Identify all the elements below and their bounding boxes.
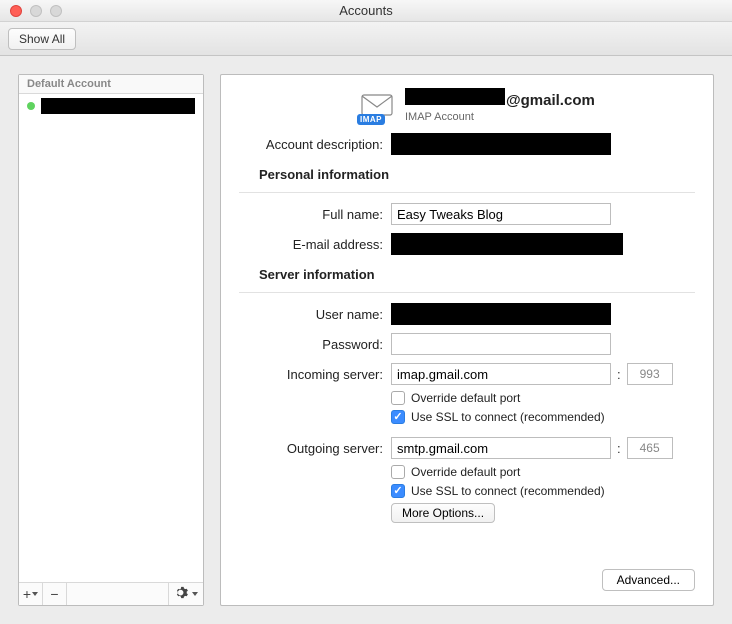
zoom-window-button[interactable] [50, 5, 62, 17]
checkbox-outgoing-ssl[interactable] [391, 484, 405, 498]
row-incoming-override[interactable]: Override default port [391, 391, 695, 405]
account-list-item[interactable] [19, 94, 203, 118]
actions-menu-button[interactable] [169, 583, 203, 605]
section-personal: Personal information [259, 167, 695, 182]
traffic-lights [0, 5, 62, 17]
row-outgoing-override[interactable]: Override default port [391, 465, 695, 479]
sidebar-footer: + − [19, 582, 203, 605]
account-header: IMAP @gmail.com IMAP Account [359, 87, 695, 123]
account-title: @gmail.com [405, 88, 595, 109]
label-fullname: Full name: [239, 207, 391, 222]
input-outgoing-port[interactable] [627, 437, 673, 459]
advanced-button[interactable]: Advanced... [602, 569, 695, 591]
row-username: User name: [239, 303, 695, 325]
account-name-redacted [41, 98, 195, 114]
row-fullname: Full name: [239, 203, 695, 225]
port-separator: : [617, 367, 621, 382]
section-server: Server information [259, 267, 695, 282]
divider [239, 192, 695, 193]
input-incoming-server[interactable] [391, 363, 611, 385]
titlebar: Accounts [0, 0, 732, 22]
row-incoming: Incoming server: : [239, 363, 695, 385]
close-window-button[interactable] [10, 5, 22, 17]
input-email[interactable] [391, 233, 623, 255]
label-outgoing: Outgoing server: [239, 441, 391, 456]
add-account-button[interactable]: + [19, 583, 43, 605]
accounts-list[interactable] [19, 94, 203, 582]
window-title: Accounts [0, 3, 732, 18]
toolbar: Show All [0, 22, 732, 56]
input-outgoing-server[interactable] [391, 437, 611, 459]
divider [239, 292, 695, 293]
input-description[interactable] [391, 133, 611, 155]
accounts-sidebar: Default Account + − [18, 74, 204, 606]
label-incoming-ssl: Use SSL to connect (recommended) [411, 410, 605, 424]
sidebar-header: Default Account [19, 75, 203, 94]
row-description: Account description: [239, 133, 695, 155]
imap-badge: IMAP [357, 114, 385, 125]
show-all-button[interactable]: Show All [8, 28, 76, 50]
account-subtitle: IMAP Account [405, 111, 595, 123]
label-email: E-mail address: [239, 237, 391, 252]
input-fullname[interactable] [391, 203, 611, 225]
row-password: Password: [239, 333, 695, 355]
content-area: Default Account + − IMAP [0, 56, 732, 624]
footer-spacer [67, 583, 169, 605]
row-email: E-mail address: [239, 233, 695, 255]
row-outgoing-ssl[interactable]: Use SSL to connect (recommended) [391, 484, 695, 498]
label-incoming: Incoming server: [239, 367, 391, 382]
input-password[interactable] [391, 333, 611, 355]
settings-panel: IMAP @gmail.com IMAP Account Account des… [220, 74, 714, 606]
account-title-suffix: @gmail.com [506, 92, 595, 109]
mail-account-icon: IMAP [359, 87, 395, 123]
label-password: Password: [239, 337, 391, 352]
remove-account-button[interactable]: − [43, 583, 67, 605]
label-description: Account description: [239, 137, 391, 152]
chevron-down-icon [192, 592, 198, 596]
minimize-window-button[interactable] [30, 5, 42, 17]
label-outgoing-override: Override default port [411, 465, 520, 479]
label-username: User name: [239, 307, 391, 322]
input-incoming-port[interactable] [627, 363, 673, 385]
checkbox-incoming-override[interactable] [391, 391, 405, 405]
status-indicator-icon [27, 102, 35, 110]
checkbox-outgoing-override[interactable] [391, 465, 405, 479]
row-incoming-ssl[interactable]: Use SSL to connect (recommended) [391, 410, 695, 424]
label-outgoing-ssl: Use SSL to connect (recommended) [411, 484, 605, 498]
row-outgoing: Outgoing server: : [239, 437, 695, 459]
gear-icon [175, 586, 191, 602]
checkbox-incoming-ssl[interactable] [391, 410, 405, 424]
label-incoming-override: Override default port [411, 391, 520, 405]
input-username[interactable] [391, 303, 611, 325]
port-separator: : [617, 441, 621, 456]
account-title-redacted [405, 88, 505, 105]
more-options-button[interactable]: More Options... [391, 503, 495, 523]
